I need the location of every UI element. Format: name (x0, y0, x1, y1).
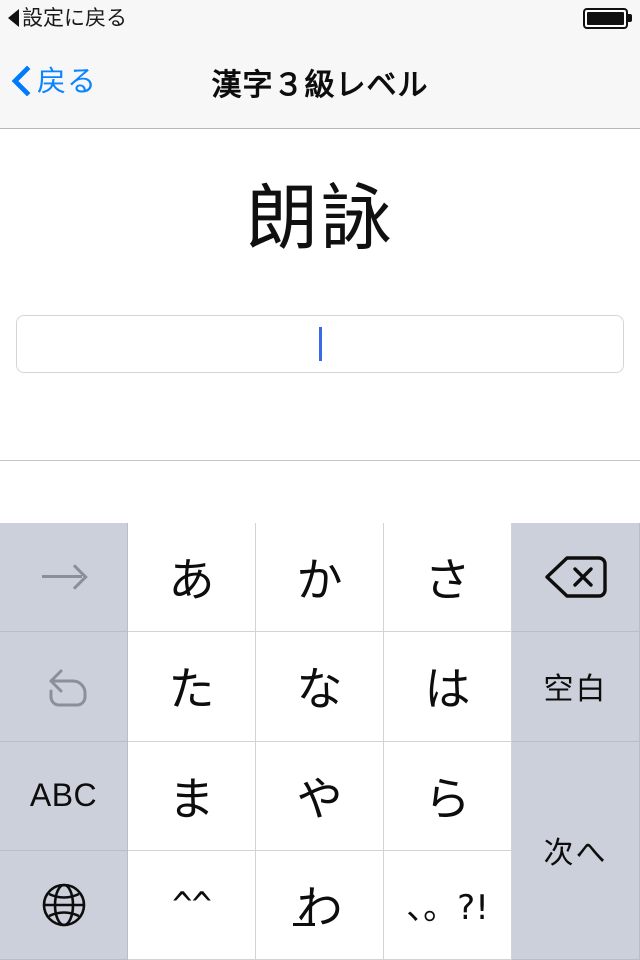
next-key[interactable]: 次へ (512, 741, 640, 960)
japanese-kana-keyboard: あ か さた な は 空白 ABC ま や ら次へ ^^ わ 、。?! (0, 523, 640, 960)
key-ka-label: か (296, 553, 343, 608)
space-key-label: 空白 (543, 672, 608, 708)
ime-candidate-bar[interactable] (0, 461, 640, 523)
key-ra-label: ら (424, 771, 471, 826)
key-ha[interactable]: は (384, 632, 512, 742)
undo-key (0, 632, 128, 742)
key-emoticon[interactable]: ^^ (128, 850, 256, 960)
text-caret (318, 327, 322, 361)
key-sa[interactable]: さ (384, 523, 512, 633)
quiz-content: 朗詠 (0, 129, 640, 461)
key-a-label: あ (168, 553, 215, 608)
status-bar: 設定に戻る (0, 0, 640, 36)
key-ma[interactable]: ま (128, 741, 256, 851)
globe-icon (40, 881, 88, 929)
delete-backward-icon (544, 554, 607, 600)
next-key-label: 次へ (543, 836, 608, 872)
key-ya[interactable]: や (256, 741, 384, 851)
undo-icon (37, 661, 91, 711)
battery-fill (587, 11, 624, 25)
answer-input[interactable] (16, 315, 624, 373)
key-ta[interactable]: た (128, 632, 256, 742)
status-bar-return-to-settings[interactable]: 設定に戻る (8, 8, 127, 29)
chevron-left-icon (14, 67, 31, 97)
key-emoticon-label: ^^ (172, 884, 212, 925)
app-screen: 設定に戻る 戻る 漢字３級レベル 朗詠 あ か さた な は 空白 ABC ま や ら次へ ^^ わ 、… (0, 0, 640, 960)
space-key[interactable]: 空白 (512, 632, 640, 742)
key-ma-label: ま (168, 771, 215, 826)
delete-key[interactable] (512, 523, 640, 633)
key-sa-label: さ (424, 553, 471, 608)
key-ta-label: た (168, 662, 215, 717)
key-na[interactable]: な (256, 632, 384, 742)
arrow-right-icon (41, 564, 86, 590)
key-ka[interactable]: か (256, 523, 384, 633)
globe-key[interactable] (0, 850, 128, 960)
key-na-label: な (296, 662, 343, 717)
key-ra[interactable]: ら (384, 741, 512, 851)
navigation-bar: 戻る 漢字３級レベル (0, 36, 640, 129)
nav-back-label: 戻る (37, 65, 98, 98)
key-ya-label: や (296, 771, 343, 826)
key-punctuation[interactable]: 、。?! (384, 850, 512, 960)
key-ha-label: は (424, 662, 471, 717)
battery-cap (628, 14, 632, 22)
abc-mode-key[interactable]: ABC (0, 741, 128, 851)
battery-full-icon (583, 7, 632, 29)
status-bar-back-label: 設定に戻る (22, 6, 127, 30)
wa-underscore-mark (292, 922, 315, 926)
key-a[interactable]: あ (128, 523, 256, 633)
abc-mode-key-label: ABC (29, 777, 98, 814)
key-wa[interactable]: わ (256, 850, 384, 960)
triangle-left-icon (8, 9, 19, 27)
cursor-right-key (0, 523, 128, 633)
key-wa-label: わ (292, 872, 343, 938)
nav-back-button[interactable]: 戻る (0, 67, 97, 97)
question-word: 朗詠 (245, 176, 394, 260)
key-punctuation-label: 、。?! (406, 888, 489, 929)
